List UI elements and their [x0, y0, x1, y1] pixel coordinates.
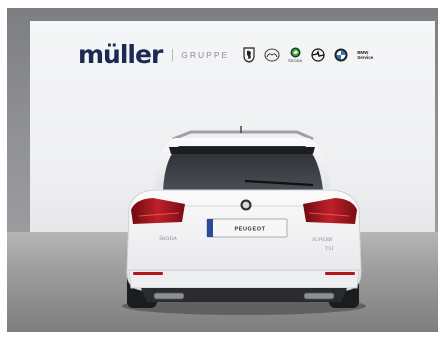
car-photo: müller GRUPPE ŠKODA BMW Service PEUGEOT …	[7, 8, 438, 332]
plate-eu-strip	[207, 219, 213, 237]
badge-superb: SUPERB	[312, 237, 333, 243]
right-reflector	[325, 272, 355, 275]
roof-spoiler	[169, 147, 315, 154]
rear-bumper	[128, 269, 360, 289]
skoda-emblem-inner	[242, 201, 250, 209]
right-exhaust-tip	[303, 292, 335, 300]
roof-rails	[172, 130, 314, 141]
badge-tsi: TSI	[325, 247, 334, 252]
left-exhaust-tip	[153, 292, 185, 300]
left-reflector	[133, 272, 163, 275]
badge-skoda: ŠKODA	[159, 234, 177, 242]
image-canvas: müller GRUPPE ŠKODA BMW Service PEUGEOT …	[0, 0, 445, 338]
skoda-superb-combi-rear: PEUGEOT ŠKODA SUPERB TSI	[122, 126, 366, 315]
plate-dealer-text: PEUGEOT	[234, 227, 265, 233]
